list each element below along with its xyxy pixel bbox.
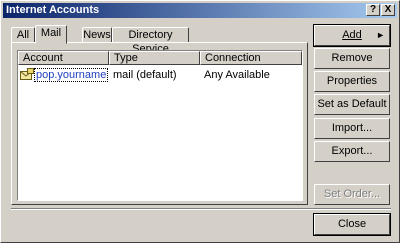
add-button[interactable]: Add ► xyxy=(313,24,391,47)
set-order-button[interactable]: Set Order... xyxy=(314,184,390,205)
close-window-button[interactable]: X xyxy=(381,4,395,16)
tab-news[interactable]: News xyxy=(82,27,112,43)
column-header-connection[interactable]: Connection xyxy=(200,51,302,65)
separator xyxy=(11,208,391,210)
close-button[interactable]: Close xyxy=(313,213,391,236)
tab-all[interactable]: All xyxy=(11,27,35,43)
tab-mail[interactable]: Mail xyxy=(35,25,67,44)
import-button[interactable]: Import... xyxy=(314,118,390,139)
export-button[interactable]: Export... xyxy=(314,141,390,162)
set-as-default-button[interactable]: Set as Default xyxy=(314,94,390,115)
mail-account-icon xyxy=(20,68,34,84)
internet-accounts-dialog: Internet Accounts ? X All Mail News Dire… xyxy=(0,0,400,243)
list-header: Account Type Connection xyxy=(18,51,302,66)
tab-directory-service[interactable]: Directory Service xyxy=(112,27,189,55)
title-bar: Internet Accounts ? X xyxy=(3,3,397,18)
account-connection: Any Available xyxy=(204,69,270,81)
tab-panel: Account Type Connection pop.yourname mai… xyxy=(11,42,308,205)
window-title: Internet Accounts xyxy=(6,4,100,16)
add-button-label: Add xyxy=(342,29,362,41)
submenu-arrow-icon: ► xyxy=(376,30,385,40)
list-item[interactable]: pop.yourname mail (default) Any Availabl… xyxy=(18,67,302,83)
remove-button[interactable]: Remove xyxy=(314,48,390,69)
account-name: pop.yourname xyxy=(34,68,109,82)
column-header-type[interactable]: Type xyxy=(109,51,200,65)
column-header-account[interactable]: Account xyxy=(18,51,109,65)
help-button[interactable]: ? xyxy=(366,4,380,16)
accounts-list[interactable]: Account Type Connection pop.yourname mai… xyxy=(17,50,303,201)
account-type: mail (default) xyxy=(113,69,177,81)
properties-button[interactable]: Properties xyxy=(314,71,390,92)
